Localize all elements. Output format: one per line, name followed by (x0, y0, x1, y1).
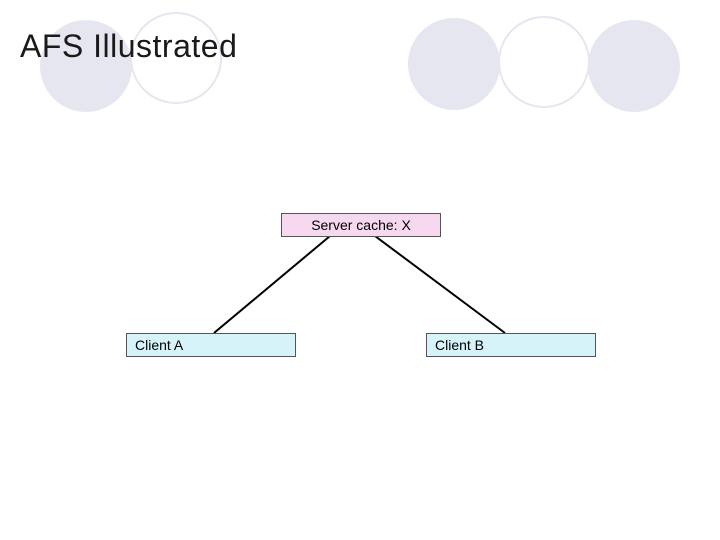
decor-circle-5 (588, 20, 680, 112)
client-a-node: Client A (126, 333, 296, 357)
decor-circle-4 (498, 16, 590, 108)
decor-circle-3 (408, 18, 500, 110)
page-title: AFS Illustrated (20, 28, 237, 65)
server-cache-node: Server cache: X (281, 213, 441, 237)
client-b-node: Client B (426, 333, 596, 357)
slide-stage: AFS Illustrated Server cache: X Client A… (0, 0, 720, 540)
